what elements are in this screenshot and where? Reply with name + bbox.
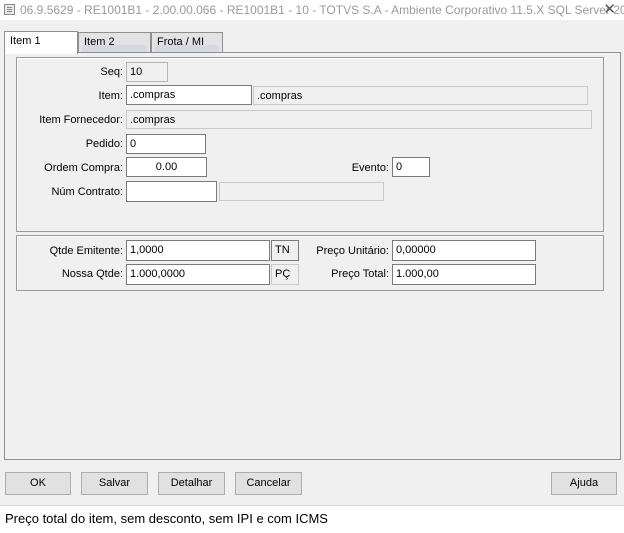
num-contrato-description-field bbox=[219, 182, 384, 201]
app-icon bbox=[4, 4, 15, 15]
tab-frota-mi[interactable]: Frota / MI bbox=[151, 32, 223, 52]
qtde-emitente-label: Qtde Emitente: bbox=[49, 245, 123, 257]
evento-label: Evento: bbox=[351, 162, 389, 174]
item-field[interactable]: .compras bbox=[126, 85, 252, 105]
tab-frota-mi-label: Frota / MI bbox=[157, 36, 205, 48]
nossa-qtde-field[interactable]: 1.000,0000 bbox=[126, 264, 270, 285]
ok-button[interactable]: OK bbox=[5, 472, 71, 495]
num-contrato-field[interactable] bbox=[126, 181, 217, 202]
seq-label: Seq: bbox=[100, 66, 123, 78]
tab-item-2[interactable]: Item 2 bbox=[78, 32, 151, 52]
item-description-field: .compras bbox=[253, 86, 588, 105]
item-fornecedor-field: .compras bbox=[126, 110, 592, 129]
status-bar: Preço total do item, sem desconto, sem I… bbox=[0, 505, 624, 533]
item-label: Item: bbox=[98, 90, 123, 102]
cancelar-button[interactable]: Cancelar bbox=[235, 472, 302, 495]
item-fornecedor-label: Item Fornecedor: bbox=[39, 114, 123, 126]
evento-field[interactable]: 0 bbox=[392, 157, 430, 177]
preco-total-field[interactable]: 1.000,00 bbox=[392, 264, 536, 285]
salvar-button[interactable]: Salvar bbox=[81, 472, 148, 495]
tab-item-2-label: Item 2 bbox=[84, 36, 115, 48]
nossa-qtde-label: Nossa Qtde: bbox=[61, 268, 123, 280]
close-icon[interactable]: ✕ bbox=[603, 0, 616, 20]
tab-item-1[interactable]: Item 1 bbox=[4, 31, 78, 54]
preco-unitario-field[interactable]: 0,00000 bbox=[392, 240, 536, 261]
title-bar: 06.9.5629 - RE1001B1 - 2.00.00.066 - RE1… bbox=[0, 0, 624, 20]
preco-unitario-label: Preço Unitário: bbox=[316, 245, 389, 257]
pedido-field[interactable]: 0 bbox=[126, 134, 206, 154]
preco-total-label: Preço Total: bbox=[331, 268, 389, 280]
ajuda-button[interactable]: Ajuda bbox=[551, 472, 617, 495]
tab-item-1-label: Item 1 bbox=[10, 35, 41, 47]
ordem-compra-label: Ordem Compra: bbox=[44, 162, 123, 174]
window-title: 06.9.5629 - RE1001B1 - 2.00.00.066 - RE1… bbox=[20, 3, 624, 17]
detalhar-button[interactable]: Detalhar bbox=[158, 472, 225, 495]
ordem-compra-field[interactable]: 0.00 bbox=[126, 157, 207, 177]
seq-field: 10 bbox=[126, 62, 168, 82]
pedido-label: Pedido: bbox=[85, 138, 123, 150]
num-contrato-label: Núm Contrato: bbox=[51, 186, 123, 198]
qtde-emitente-field[interactable]: 1,0000 bbox=[126, 240, 270, 261]
